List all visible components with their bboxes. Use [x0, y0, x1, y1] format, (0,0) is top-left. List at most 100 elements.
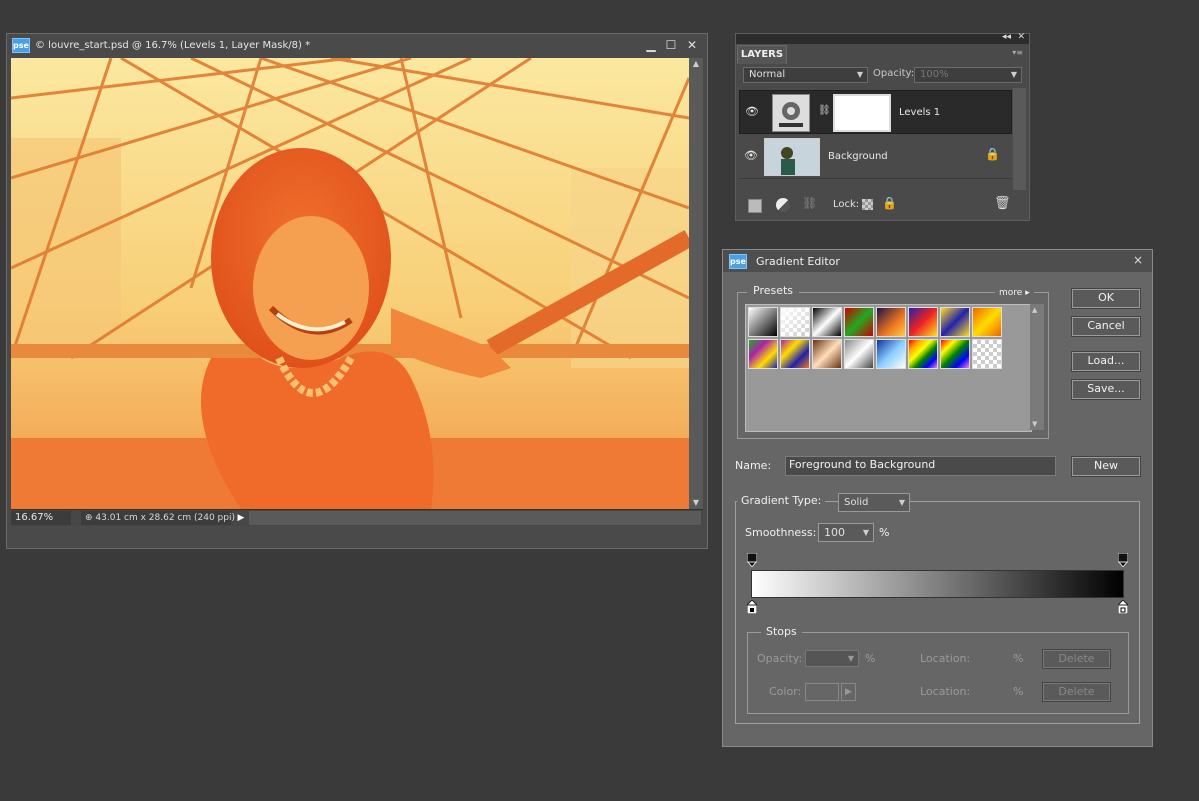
status-menu-arrow-icon[interactable]: ▶ [235, 511, 247, 525]
stop-location-unit: % [1013, 652, 1024, 665]
layer-row-levels[interactable]: 👁 ⛓ Levels 1 [739, 90, 1012, 134]
smoothness-unit: % [879, 526, 890, 539]
dialog-title-bar[interactable]: pse Gradient Editor × [723, 250, 1152, 272]
color-stop-left-icon[interactable] [747, 600, 757, 614]
stop-opacity-field[interactable]: ▼ [805, 650, 859, 667]
preset-swatch[interactable] [748, 339, 778, 369]
gear-icon [779, 102, 803, 127]
panel-header-strip: ◂◂ ✕ [736, 32, 1029, 44]
layer-name: Background [828, 151, 888, 162]
chevron-down-icon: ▼ [847, 654, 854, 663]
preset-swatch[interactable] [940, 307, 970, 337]
collapse-icon[interactable]: ◂◂ [1002, 32, 1011, 42]
gradient-type-label: Gradient Type: [737, 494, 826, 507]
minimize-button[interactable]: ▁ [643, 37, 659, 53]
blend-mode-dropdown[interactable]: Normal ▼ [743, 67, 868, 83]
image-canvas[interactable] [11, 58, 689, 509]
preset-swatch[interactable] [908, 307, 938, 337]
vertical-scrollbar[interactable]: ▲ ▼ [689, 58, 703, 509]
document-title-bar[interactable]: pse © louvre_start.psd @ 16.7% (Levels 1… [7, 34, 707, 58]
scroll-down-icon[interactable]: ▼ [1032, 420, 1037, 428]
scroll-up-icon[interactable]: ▲ [689, 58, 703, 70]
preset-swatch[interactable] [876, 307, 906, 337]
layers-tab[interactable]: LAYERS [737, 45, 787, 64]
link-icon[interactable]: ⛓ [818, 105, 831, 116]
adjustment-layer-icon[interactable] [776, 198, 790, 212]
blend-mode-value: Normal [749, 69, 786, 80]
preset-swatch[interactable] [844, 339, 874, 369]
document-title: © louvre_start.psd @ 16.7% (Levels 1, La… [35, 40, 311, 51]
background-layer-thumbnail [764, 138, 820, 176]
stop-location-label: Location: [920, 685, 971, 698]
new-button[interactable]: New [1071, 456, 1141, 477]
save-button[interactable]: Save... [1071, 379, 1141, 400]
layer-mask-thumbnail[interactable] [833, 94, 891, 132]
lock-icon: 🔒 [985, 147, 1000, 161]
gradient-type-dropdown[interactable]: Solid ▼ [838, 493, 910, 512]
more-menu[interactable]: more ▸ [995, 288, 1034, 298]
app-badge: pse [729, 254, 747, 269]
layers-toolbar: ⛓ Lock: 🔒 🗑 [736, 194, 1029, 220]
load-button[interactable]: Load... [1071, 351, 1141, 372]
close-icon[interactable]: ✕ [1017, 32, 1025, 42]
preset-swatch[interactable] [812, 307, 842, 337]
more-label: more [999, 288, 1023, 298]
close-button[interactable]: ✕ [684, 37, 700, 53]
delete-opacity-stop-button[interactable]: Delete [1042, 649, 1111, 669]
close-icon[interactable]: × [1133, 253, 1143, 267]
color-menu-arrow-icon[interactable]: ▶ [841, 683, 856, 701]
photo-image [11, 58, 689, 509]
maximize-button[interactable]: ☐ [663, 37, 679, 53]
opacity-stop-right-icon[interactable] [1118, 553, 1128, 567]
stop-location-unit: % [1013, 685, 1024, 698]
opacity-dropdown[interactable]: 100% ▼ [914, 67, 1022, 83]
presets-scrollbar[interactable]: ▲ ▼ [1030, 304, 1044, 430]
preset-swatch[interactable] [812, 339, 842, 369]
link-layers-icon[interactable]: ⛓ [802, 196, 817, 210]
preset-swatch[interactable] [844, 307, 874, 337]
new-layer-icon[interactable] [748, 199, 762, 213]
preset-swatch[interactable] [748, 307, 778, 337]
stops-label: Stops [761, 625, 802, 638]
opacity-label: Opacity: [873, 68, 915, 79]
preset-swatch[interactable] [940, 339, 970, 369]
visibility-eye-icon[interactable]: 👁 [743, 149, 759, 163]
adjustment-layer-thumbnail [772, 94, 810, 132]
smoothness-field[interactable]: 100 ▼ [818, 523, 874, 542]
chevron-down-icon: ▼ [862, 528, 869, 537]
trash-icon[interactable]: 🗑 [994, 196, 1011, 211]
horizontal-scrollbar[interactable] [249, 511, 701, 525]
preset-swatch[interactable] [972, 307, 1002, 337]
name-field[interactable]: Foreground to Background [785, 456, 1056, 476]
gradient-type-value: Solid [844, 497, 869, 508]
scroll-down-icon[interactable]: ▼ [689, 497, 703, 509]
app-badge: pse [12, 38, 30, 53]
color-stop-right-icon[interactable] [1118, 600, 1128, 614]
scroll-up-icon[interactable]: ▲ [1032, 306, 1037, 314]
chevron-right-icon: ▸ [1025, 288, 1030, 298]
preset-swatch[interactable] [780, 339, 810, 369]
opacity-stop-left-icon[interactable] [747, 553, 757, 567]
stop-color-swatch[interactable] [805, 683, 839, 701]
layers-scrollbar[interactable] [1013, 88, 1026, 190]
stops-group [747, 632, 1129, 714]
lock-transparency-icon[interactable] [862, 199, 873, 210]
preset-swatch[interactable] [876, 339, 906, 369]
visibility-eye-icon[interactable]: 👁 [744, 105, 760, 119]
lock-all-icon[interactable]: 🔒 [882, 196, 897, 210]
preset-swatch[interactable] [972, 339, 1002, 369]
zoom-field[interactable]: 16.67% [11, 511, 71, 525]
cancel-button[interactable]: Cancel [1071, 316, 1141, 337]
layers-panel: ◂◂ ✕ LAYERS ▾≡ Normal ▼ Opacity: 100% ▼ … [735, 32, 1030, 221]
chevron-down-icon: ▼ [1010, 70, 1017, 79]
preset-swatch[interactable] [780, 307, 810, 337]
layer-name: Levels 1 [899, 107, 941, 118]
preset-swatch[interactable] [908, 339, 938, 369]
panel-menu-icon[interactable]: ▾≡ [1012, 48, 1023, 57]
gradient-preview-bar[interactable] [751, 570, 1124, 598]
layer-row-background[interactable]: 👁 Background 🔒 [739, 135, 1012, 179]
gradient-editor-dialog: pse Gradient Editor × Presets more ▸ ▲ ▼… [722, 249, 1153, 747]
delete-color-stop-button[interactable]: Delete [1042, 682, 1111, 702]
ok-button[interactable]: OK [1071, 288, 1141, 309]
status-bar: 16.67% ⊕ 43.01 cm x 28.62 cm (240 ppi) ▶ [11, 509, 703, 526]
